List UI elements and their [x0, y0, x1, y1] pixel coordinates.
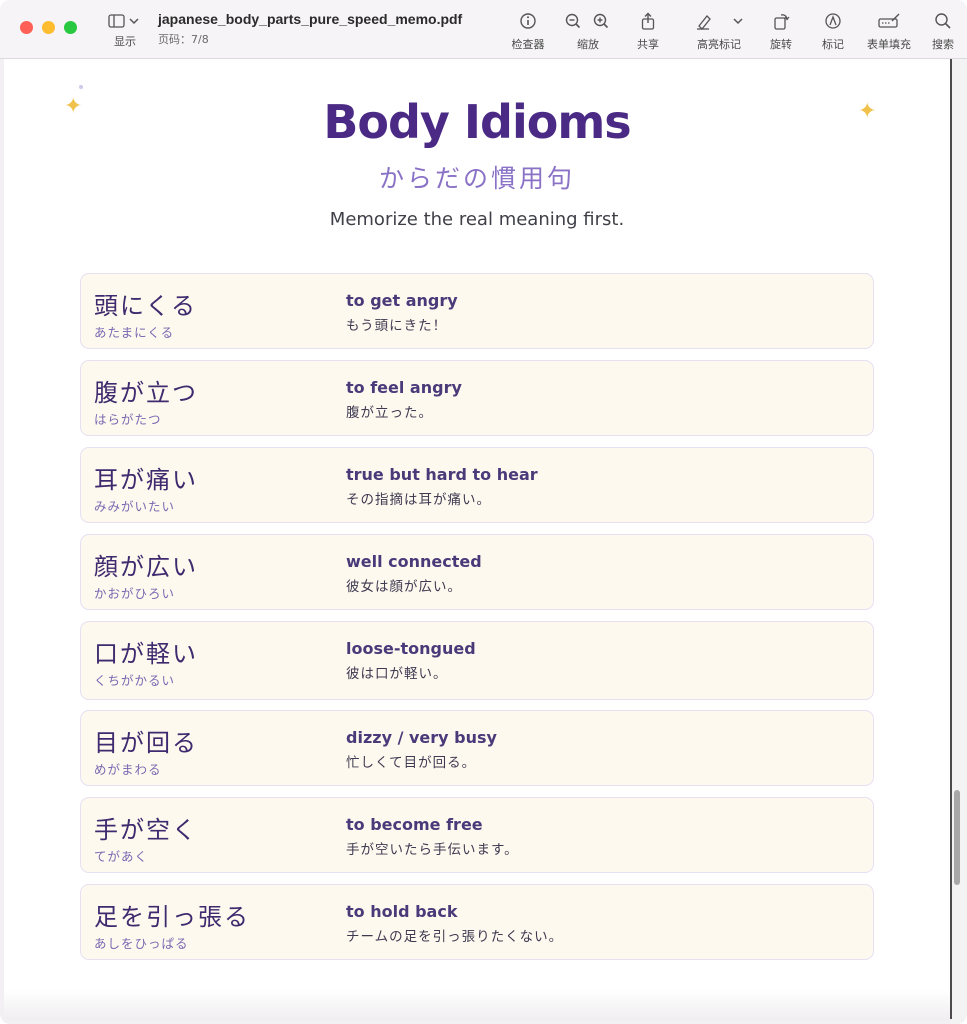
idiom-meaning: true but hard to hear: [346, 465, 538, 484]
page-indicator: 页码：7/8: [158, 33, 209, 46]
highlight-button[interactable]: 高亮标记: [693, 12, 745, 52]
markup-label: 标记: [822, 38, 844, 51]
preview-window: 显示 japanese_body_parts_pure_speed_memo.p…: [0, 0, 967, 1024]
idiom-meaning: to get angry: [346, 291, 458, 310]
idiom-reading: あたまにくる: [94, 325, 175, 340]
page-bottom-edge: [4, 990, 950, 1020]
idiom-reading: めがまわる: [94, 762, 162, 777]
close-window-button[interactable]: [20, 21, 33, 34]
idiom-example: その指摘は耳が痛い。: [346, 492, 491, 508]
rotate-label: 旋转: [770, 38, 792, 51]
page-title: Body Idioms: [323, 95, 631, 149]
document-title: japanese_body_parts_pure_speed_memo.pdf: [158, 11, 463, 27]
idiom-meaning: dizzy / very busy: [346, 728, 497, 747]
page-subtitle-jp: からだの慣用句: [378, 164, 575, 193]
idiom-reading: はらがたつ: [94, 412, 162, 427]
page-tagline: Memorize the real meaning first.: [329, 209, 625, 230]
idiom-text: 頭にくる: [94, 292, 198, 320]
idiom-reading: みみがいたい: [94, 499, 176, 514]
idiom-reading: あしをひっぱる: [94, 936, 189, 951]
idiom-example: もう頭にきた！: [346, 318, 448, 334]
rotate-button[interactable]: 旋转: [764, 12, 798, 52]
idiom-reading: てがあく: [94, 849, 149, 864]
chevron-down-icon: [733, 18, 743, 25]
display-button[interactable]: 显示: [108, 13, 142, 49]
idiom-card: 手が空く てがあく to become free 手が空いたら手伝います。: [80, 797, 874, 873]
idiom-meaning: to become free: [346, 815, 483, 834]
highlighter-icon: [697, 15, 743, 30]
idiom-example: 彼は口が軽い。: [346, 666, 448, 682]
zoom-control[interactable]: 缩放: [562, 12, 614, 52]
idiom-text: 足を引っ張る: [94, 903, 250, 931]
zoom-label: 缩放: [577, 38, 599, 51]
share-button[interactable]: 共享: [630, 12, 666, 52]
display-label: 显示: [114, 35, 136, 48]
info-icon: [520, 13, 536, 29]
zoom-in-icon: [593, 13, 609, 29]
idiom-card: 腹が立つ はらがたつ to feel angry 腹が立った。: [80, 360, 874, 436]
idiom-card: 顔が広い かおがひろい well connected 彼女は顔が広い。: [80, 534, 874, 610]
idiom-text: 耳が痛い: [94, 466, 198, 494]
rotate-icon: [774, 14, 790, 30]
pdf-page: ✦ ✦ Body Idioms からだの慣用句 Memorize the rea…: [4, 59, 950, 1019]
idiom-meaning: to hold back: [346, 902, 458, 921]
idiom-text: 手が空く: [94, 816, 198, 844]
zoom-icons: [565, 13, 609, 29]
idiom-reading: くちがかるい: [94, 673, 176, 688]
share-icon: [641, 12, 655, 30]
idiom-meaning: to feel angry: [346, 378, 462, 397]
toolbar: 显示 japanese_body_parts_pure_speed_memo.p…: [0, 0, 967, 59]
fullscreen-window-button[interactable]: [64, 21, 77, 34]
sidebar-icon: [108, 14, 139, 28]
idiom-meaning: well connected: [346, 552, 482, 571]
minimize-window-button[interactable]: [42, 21, 55, 34]
highlight-label: 高亮标记: [697, 38, 741, 51]
idiom-example: 手が空いたら手伝います。: [346, 842, 519, 858]
idiom-text: 腹が立つ: [94, 379, 198, 407]
idiom-reading: かおがひろい: [94, 586, 176, 601]
idiom-example: 忙しくて目が回る。: [346, 755, 477, 771]
markup-button[interactable]: 标记: [816, 12, 850, 52]
idiom-meaning: loose-tongued: [346, 639, 476, 658]
idiom-example: チームの足を引っ張りたくない。: [346, 929, 564, 945]
scrollbar-divider: [950, 59, 952, 1019]
form-fill-label: 表单填充: [867, 38, 911, 51]
idiom-text: 顔が広い: [94, 553, 198, 581]
idiom-card: 耳が痛い みみがいたい true but hard to hear その指摘は耳…: [80, 447, 874, 523]
idiom-text: 口が軽い: [94, 640, 198, 668]
idiom-example: 彼女は顔が広い。: [346, 579, 462, 595]
idiom-card: 頭にくる あたまにくる to get angry もう頭にきた！: [80, 273, 874, 349]
search-label: 搜索: [932, 38, 954, 51]
form-fill-icon: [878, 13, 900, 28]
scrollbar-thumb[interactable]: [954, 790, 960, 885]
share-label: 共享: [637, 38, 659, 51]
idiom-text: 目が回る: [94, 729, 198, 757]
markup-icon: [825, 13, 841, 29]
zoom-out-icon: [565, 13, 581, 29]
inspector-button[interactable]: 检查器: [508, 12, 548, 52]
inspector-label: 检查器: [511, 38, 545, 51]
search-button[interactable]: 搜索: [926, 12, 960, 52]
search-icon: [935, 13, 951, 29]
idiom-example: 腹が立った。: [346, 405, 433, 421]
idiom-card: 目が回る めがまわる dizzy / very busy 忙しくて目が回る。: [80, 710, 874, 786]
idiom-card: 口が軽い くちがかるい loose-tongued 彼は口が軽い。: [80, 621, 874, 700]
form-fill-button[interactable]: 表单填充: [862, 12, 916, 52]
idiom-card: 足を引っ張る あしをひっぱる to hold back チームの足を引っ張りたく…: [80, 884, 874, 960]
decorative-dot: [79, 85, 83, 89]
